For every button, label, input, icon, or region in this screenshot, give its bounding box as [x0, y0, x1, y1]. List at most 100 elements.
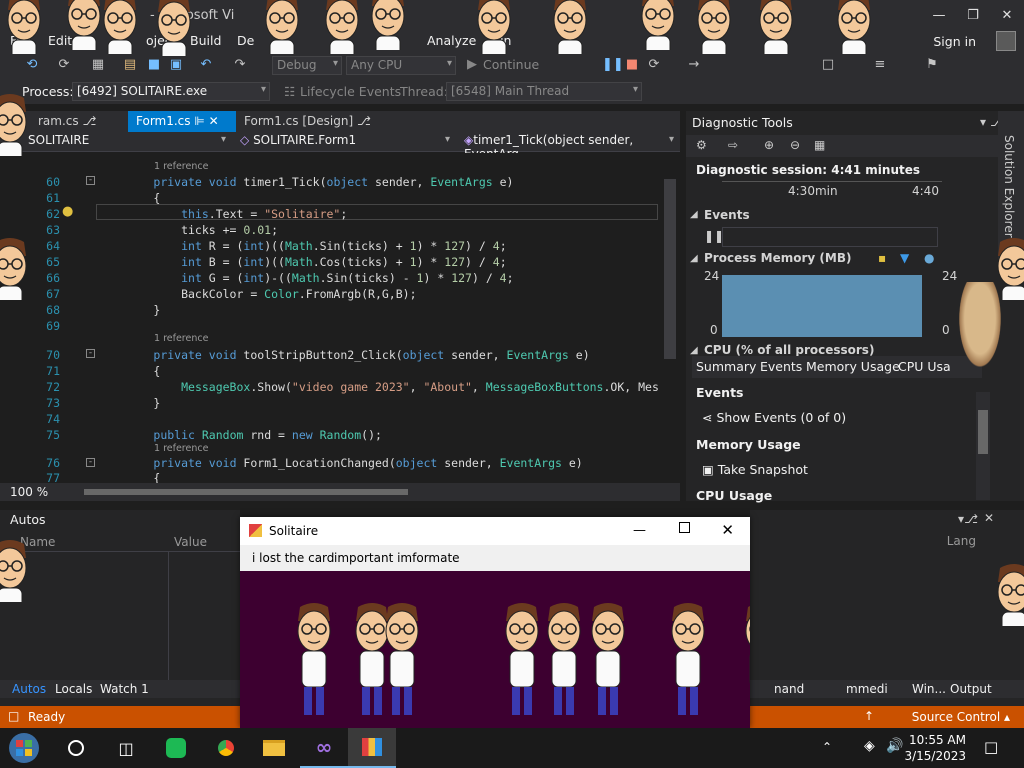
close-button[interactable]: ✕ — [990, 0, 1024, 30]
undo-icon[interactable]: ↶ — [198, 57, 214, 73]
close-button[interactable]: ✕ — [721, 521, 734, 539]
source-control-button[interactable]: Source Control ▴ — [912, 710, 1010, 724]
lifecycle-icon[interactable]: ☷ — [284, 84, 295, 99]
code-lens[interactable]: 1 reference — [154, 161, 208, 172]
close-tab-icon[interactable]: ✕ — [209, 114, 219, 128]
spotify-button[interactable] — [152, 728, 200, 768]
tab-autos[interactable]: Autos — [12, 682, 46, 696]
file-explorer-button[interactable] — [250, 728, 298, 768]
collapse-icon[interactable]: ◢ — [690, 253, 698, 264]
sign-in-link[interactable]: Sign in — [933, 34, 976, 49]
task-view-button[interactable]: ◫ — [102, 728, 150, 768]
new-project-icon[interactable]: ▦ — [90, 57, 106, 73]
dropdown-icon[interactable]: ▾ — [958, 512, 964, 526]
code-editor[interactable]: 1 reference 1 reference 1 reference ● - … — [0, 153, 660, 483]
collapse-toggle[interactable]: - — [86, 458, 95, 467]
step-icon[interactable]: → — [686, 57, 702, 73]
bookmark-icon[interactable]: □ — [820, 57, 836, 73]
zoom-out-icon[interactable]: ⊖ — [790, 138, 800, 152]
minimize-button[interactable]: — — [633, 523, 646, 538]
diag-scrollbar[interactable] — [976, 392, 990, 500]
configuration-select[interactable]: Debug — [272, 56, 342, 75]
open-folder-icon[interactable]: ▤ — [122, 57, 138, 73]
back-icon[interactable]: ⟲ — [24, 57, 40, 73]
tab-memory-usage[interactable]: Memory Usage — [806, 359, 900, 374]
pin-icon[interactable]: ⊫ — [194, 114, 204, 128]
stop-icon[interactable]: ■ — [624, 57, 640, 73]
project-nav[interactable]: SOLITAIRE — [24, 133, 230, 151]
thread-select[interactable]: [6548] Main Thread — [446, 82, 642, 101]
comment-icon[interactable]: ≡ — [872, 57, 888, 73]
menu-lost-card[interactable]: i lost the card — [252, 551, 334, 565]
pause-events-icon[interactable]: ❚❚ — [704, 229, 724, 243]
tab-window[interactable]: Win... — [912, 682, 946, 696]
redo-icon[interactable]: ↷ — [232, 57, 248, 73]
code-lens[interactable]: 1 reference — [154, 333, 208, 344]
play-icon[interactable]: ▶ — [464, 57, 480, 73]
network-icon[interactable]: ◈ — [864, 738, 875, 754]
dropdown-icon[interactable]: ▾ — [980, 115, 986, 129]
solitaire-window[interactable]: Solitaire — ✕ i lost the card important … — [240, 517, 750, 728]
maximize-button[interactable] — [679, 522, 690, 533]
tab-output[interactable]: Output — [950, 682, 992, 696]
notifications-icon[interactable]: □ — [984, 738, 998, 756]
volume-icon[interactable]: 🔊 — [886, 738, 903, 754]
show-hidden-icons[interactable]: ⌃ — [822, 740, 832, 754]
clock[interactable]: 10:55 AM 3/15/2023 — [904, 732, 966, 764]
process-select[interactable]: [6492] SOLITAIRE.exe — [72, 82, 270, 101]
visual-studio-button[interactable]: ∞ — [300, 728, 348, 768]
close-icon[interactable]: ✕ — [984, 511, 994, 525]
restart-icon[interactable]: ⟳ — [646, 57, 662, 73]
tab-events[interactable]: Events — [760, 359, 802, 374]
chrome-button[interactable] — [202, 728, 250, 768]
value-column[interactable]: Value — [174, 535, 207, 549]
solitaire-titlebar[interactable]: Solitaire — ✕ — [240, 517, 750, 545]
editor-vertical-scrollbar[interactable] — [660, 153, 680, 483]
menu-analyze[interactable]: Analyze — [427, 33, 476, 48]
collapse-icon[interactable]: ◢ — [690, 209, 698, 220]
solitaire-task-button[interactable] — [348, 728, 396, 768]
solution-explorer-tab[interactable]: Solution Explorer — [1002, 135, 1016, 238]
save-all-icon[interactable]: ▣ — [168, 57, 184, 73]
bookmark-flag-icon[interactable]: ⚑ — [924, 57, 940, 73]
reset-view-icon[interactable]: ▦ — [814, 138, 825, 152]
events-track[interactable] — [722, 227, 938, 247]
horizontal-scroll-thumb[interactable] — [84, 489, 408, 495]
pin-icon[interactable]: ⎇ — [82, 114, 96, 128]
pin-icon[interactable]: ⎇ — [964, 512, 978, 526]
select-tools-icon[interactable]: ⇨ — [728, 138, 738, 152]
save-icon[interactable]: ■ — [146, 57, 162, 73]
start-button[interactable] — [0, 728, 48, 768]
account-icon[interactable] — [996, 31, 1016, 51]
collapse-icon[interactable]: ◢ — [690, 345, 698, 356]
menu-debug[interactable]: De — [237, 33, 254, 48]
scroll-thumb[interactable] — [978, 410, 988, 454]
collapse-toggle[interactable]: - — [86, 349, 95, 358]
settings-icon[interactable]: ⚙ — [696, 138, 707, 152]
tab-form1-cs[interactable]: Form1.cs ⊫ ✕ — [128, 111, 236, 132]
forward-icon[interactable]: ⟳ — [56, 57, 72, 73]
class-nav[interactable]: ◇ SOLITAIRE.Form1 — [236, 133, 454, 151]
tab-cpu-usage[interactable]: CPU Usa — [898, 359, 951, 374]
minimize-button[interactable]: — — [922, 0, 956, 30]
zoom-level[interactable]: 100 % — [10, 485, 48, 499]
member-nav[interactable]: ◈timer1_Tick(object sender, EventArg — [460, 133, 678, 161]
code-lens[interactable]: 1 reference — [154, 443, 208, 454]
continue-button[interactable]: Continue — [483, 57, 539, 72]
pause-icon[interactable]: ❚❚ — [602, 57, 624, 73]
collapse-toggle[interactable]: - — [86, 176, 95, 185]
tab-watch1[interactable]: Watch 1 — [100, 682, 149, 696]
tab-program-cs[interactable]: ram.cs ⎇ — [30, 111, 104, 132]
take-snapshot-button[interactable]: ▣ Take Snapshot — [702, 462, 808, 477]
platform-select[interactable]: Any CPU — [346, 56, 456, 75]
tab-form1-design[interactable]: Form1.cs [Design] ⎇ — [236, 111, 379, 132]
publish-icon[interactable]: ↑ — [864, 709, 874, 723]
lifecycle-events[interactable]: Lifecycle Events — [300, 84, 401, 99]
tab-summary[interactable]: Summary — [696, 359, 756, 374]
tab-immediate[interactable]: mmedi — [846, 682, 888, 696]
tab-command[interactable]: nand — [774, 682, 804, 696]
pin-icon[interactable]: ⎇ — [357, 114, 371, 128]
search-button[interactable] — [52, 728, 100, 768]
solitaire-canvas[interactable] — [240, 571, 750, 728]
lightbulb-icon[interactable]: ● — [62, 204, 73, 219]
